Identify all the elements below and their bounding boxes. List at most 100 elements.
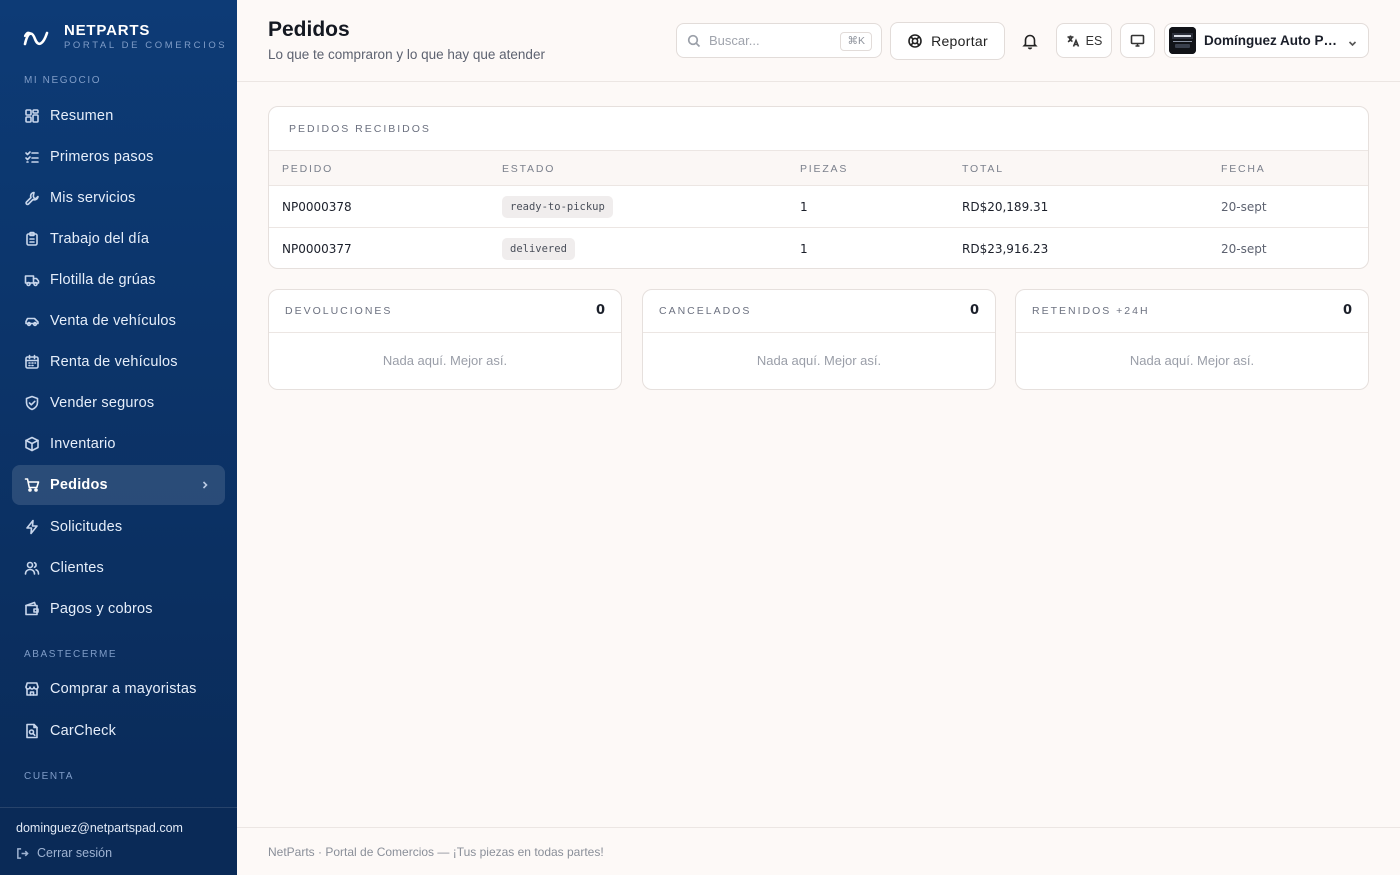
checklist-icon (24, 149, 40, 165)
page-title: Pedidos (268, 18, 350, 41)
account-switcher[interactable]: Domínguez Auto Parts (1164, 23, 1369, 58)
sidebar-item-label: Pagos y cobros (50, 601, 153, 617)
chevron-right-icon (199, 478, 211, 490)
sidebar-item-resumen[interactable]: Resumen (12, 96, 225, 136)
order-total: RD$23,916.23 (962, 242, 1049, 256)
sidebar-item-label: Comprar a mayoristas (50, 681, 197, 697)
wrench-icon (24, 190, 40, 206)
empty-state-text: Nada aquí. Mejor así. (1129, 353, 1255, 368)
order-pieces: 1 (800, 242, 808, 256)
sidebar-item-venta-de-vehiculos[interactable]: Venta de vehículos (12, 301, 225, 341)
cancelled-card: CANCELADOS 0 Nada aquí. Mejor así. (642, 289, 996, 390)
brand[interactable]: NETPARTS PORTAL DE COMERCIOS (23, 22, 227, 52)
language-code: ES (1085, 33, 1103, 48)
status-badge: ready-to-pickup (502, 196, 613, 218)
column-header-total: TOTAL (962, 163, 1004, 175)
sidebar-item-flotilla-de-gruas[interactable]: Flotilla de grúas (12, 260, 225, 300)
sidebar-item-renta-de-vehiculos[interactable]: Renta de vehículos (12, 342, 225, 382)
calendar-icon (24, 354, 40, 370)
account-name: Domínguez Auto Parts (1204, 33, 1344, 48)
sidebar-item-pedidos[interactable]: Pedidos (12, 465, 225, 505)
search-shortcut-hint: ⌘K (840, 32, 872, 51)
logout-button[interactable]: Cerrar sesión (16, 846, 112, 860)
column-header-pedido: PEDIDO (282, 163, 334, 175)
sidebar-item-label: Inventario (50, 436, 116, 452)
card-header: RETENIDOS +24H 0 (1016, 290, 1368, 333)
report-button[interactable]: Reportar (890, 22, 1005, 60)
notifications-bell-icon[interactable] (1017, 29, 1043, 53)
sidebar-item-pagos-y-cobros[interactable]: Pagos y cobros (12, 589, 225, 629)
logout-label: Cerrar sesión (37, 846, 113, 860)
returns-card: DEVOLUCIONES 0 Nada aquí. Mejor así. (268, 289, 622, 390)
sidebar-item-primeros-pasos[interactable]: Primeros pasos (12, 137, 225, 177)
held-24h-card: RETENIDOS +24H 0 Nada aquí. Mejor así. (1015, 289, 1369, 390)
card-count: 0 (595, 303, 605, 318)
order-date: 20-sept (1221, 200, 1267, 214)
grid-icon (24, 108, 40, 124)
bolt-icon (24, 519, 40, 535)
table-row[interactable]: NP0000377 delivered 1 RD$23,916.23 20-se… (269, 228, 1368, 268)
sidebar-item-trabajo-del-dia[interactable]: Trabajo del día (12, 219, 225, 259)
table-header: PEDIDO ESTADO PIEZAS TOTAL FECHA (269, 150, 1368, 186)
sidebar-footer: dominguez@netpartspad.com Cerrar sesión (0, 807, 237, 875)
card-header: DEVOLUCIONES 0 (269, 290, 621, 333)
orders-received-card: PEDIDOS RECIBIDOS PEDIDO ESTADO PIEZAS T… (268, 106, 1369, 269)
status-badge: delivered (502, 238, 575, 260)
sidebar-item-label: Resumen (50, 108, 114, 124)
language-switcher[interactable]: ES (1056, 23, 1112, 58)
sidebar-item-vender-seguros[interactable]: Vender seguros (12, 383, 225, 423)
avatar (1169, 27, 1196, 54)
sidebar-item-label: Primeros pasos (50, 149, 154, 165)
translate-icon (1067, 35, 1079, 47)
shield-icon (24, 395, 40, 411)
empty-state-text: Nada aquí. Mejor así. (382, 353, 508, 368)
document-search-icon (24, 723, 40, 739)
sidebar-item-label: Clientes (50, 560, 104, 576)
user-email: dominguez@netpartspad.com (16, 821, 183, 835)
card-count: 0 (1342, 303, 1352, 318)
card-header: CANCELADOS 0 (643, 290, 995, 333)
orders-card-title: PEDIDOS RECIBIDOS (289, 123, 431, 135)
sidebar-item-label: Vender seguros (50, 395, 155, 411)
users-icon (24, 560, 40, 576)
section-label-cuenta: CUENTA (24, 771, 74, 782)
display-mode-button[interactable] (1120, 23, 1155, 58)
sidebar-item-carcheck[interactable]: CarCheck (12, 711, 225, 751)
car-icon (24, 313, 40, 329)
search-box[interactable]: ⌘K (676, 23, 882, 58)
column-header-piezas: PIEZAS (800, 163, 849, 175)
netparts-logo-icon (23, 22, 49, 52)
card-title: RETENIDOS +24H (1032, 305, 1150, 317)
order-date: 20-sept (1221, 242, 1267, 256)
sidebar: NETPARTS PORTAL DE COMERCIOS MI NEGOCIO … (0, 0, 237, 875)
sidebar-item-label: Solicitudes (50, 519, 123, 535)
truck-icon (24, 272, 40, 288)
sidebar-item-solicitudes[interactable]: Solicitudes (12, 507, 225, 547)
search-input[interactable] (709, 33, 829, 48)
sidebar-item-mis-servicios[interactable]: Mis servicios (12, 178, 225, 218)
section-label-mi-negocio: MI NEGOCIO (24, 75, 102, 86)
monitor-icon (1130, 34, 1145, 47)
sidebar-item-comprar-a-mayoristas[interactable]: Comprar a mayoristas (12, 669, 225, 709)
empty-state-text: Nada aquí. Mejor así. (756, 353, 882, 368)
search-icon (687, 34, 701, 47)
box-icon (24, 436, 40, 452)
page-footer: NetParts · Portal de Comercios — ¡Tus pi… (237, 827, 1400, 875)
chevron-down-icon (1347, 36, 1358, 47)
sidebar-item-label: Renta de vehículos (50, 354, 178, 370)
top-header: Pedidos Lo que te compraron y lo que hay… (237, 0, 1400, 82)
footer-text: NetParts · Portal de Comercios — ¡Tus pi… (268, 845, 604, 859)
page-subtitle: Lo que te compraron y lo que hay que ate… (268, 47, 545, 62)
sidebar-item-clientes[interactable]: Clientes (12, 548, 225, 588)
column-header-fecha: FECHA (1221, 163, 1266, 175)
lifebuoy-icon (908, 34, 922, 48)
card-count: 0 (969, 303, 979, 318)
table-row[interactable]: NP0000378 ready-to-pickup 1 RD$20,189.31… (269, 186, 1368, 228)
brand-name: NETPARTS (64, 22, 151, 39)
store-icon (24, 681, 40, 697)
sidebar-item-inventario[interactable]: Inventario (12, 424, 225, 464)
sidebar-item-label: Venta de vehículos (50, 313, 177, 329)
sidebar-item-label: Pedidos (50, 477, 108, 493)
wallet-icon (24, 601, 40, 617)
logout-icon (17, 847, 29, 859)
